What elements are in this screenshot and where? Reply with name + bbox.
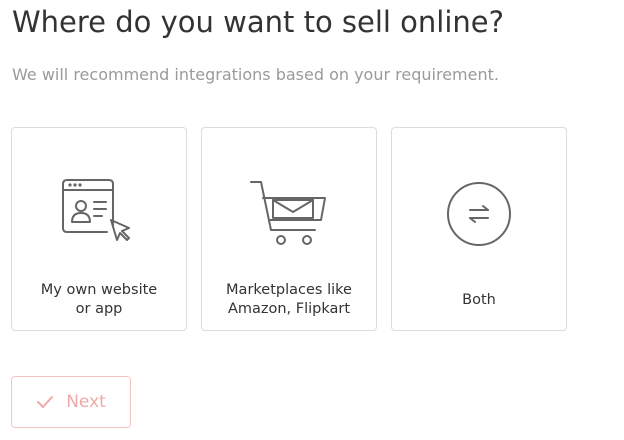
option-label-line1: My own website	[40, 282, 158, 298]
option-label: Both	[398, 280, 560, 320]
page-title: Where do you want to sell online?	[12, 5, 505, 39]
option-label-line1: Both	[462, 291, 496, 308]
option-marketplaces[interactable]: Marketplaces like Amazon, Flipkart	[201, 127, 377, 331]
option-label: Marketplaces like Amazon, Flipkart	[208, 280, 370, 320]
next-button-label: Next	[66, 392, 106, 412]
exchange-arrows-icon	[392, 178, 566, 250]
option-own-website[interactable]: My own website or app	[11, 127, 187, 331]
option-label-line2: Amazon, Flipkart	[227, 301, 351, 317]
next-button[interactable]: Next	[11, 376, 131, 428]
option-label-line1: Marketplaces like	[226, 282, 352, 298]
website-browser-cursor-icon	[12, 178, 186, 250]
checkmark-icon	[36, 395, 54, 409]
shopping-cart-icon	[202, 178, 376, 250]
sell-channel-options: My own website or app Marketplaces like …	[11, 127, 567, 331]
page-subtitle: We will recommend integrations based on …	[12, 65, 499, 84]
option-label-line2: or app	[75, 301, 123, 317]
option-label: My own website or app	[18, 280, 180, 320]
option-both[interactable]: Both	[391, 127, 567, 331]
